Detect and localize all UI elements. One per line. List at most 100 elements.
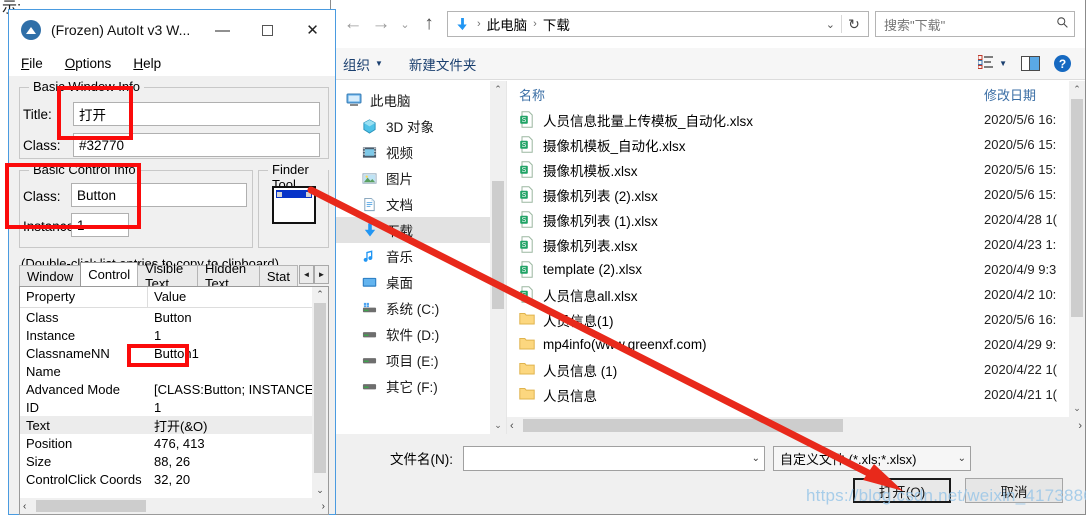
listview-hscroll-thumb[interactable] [36, 500, 146, 512]
listview-scroll-thumb[interactable] [314, 303, 326, 473]
file-list-vertical-scrollbar[interactable]: ⌃ ⌄ [1069, 81, 1085, 417]
folder-row[interactable]: 人员信息 (1) 2020/4/22 1( [507, 357, 1085, 382]
breadcrumb-downloads[interactable]: 下载 [543, 14, 570, 34]
tree-scrollbar[interactable]: ⌃ ⌄ [490, 81, 506, 434]
tab-control[interactable]: Control [80, 262, 139, 286]
tree-item-this-pc[interactable]: 此电脑 [331, 87, 506, 113]
folder-row[interactable]: 人员信息(1) 2020/5/6 16: [507, 307, 1085, 332]
property-row[interactable]: ControlClick Coords 32, 20 [20, 470, 328, 488]
file-list-horizontal-scrollbar[interactable]: ‹ › [507, 417, 1085, 434]
forward-button[interactable]: → [367, 10, 395, 38]
xlsx-file-icon: S [519, 236, 535, 253]
column-header-date[interactable]: 修改日期 [984, 85, 1036, 104]
menu-help[interactable]: Help [133, 56, 161, 71]
tab-window[interactable]: Window [19, 265, 82, 286]
breadcrumb-this-pc[interactable]: 此电脑 [487, 14, 528, 34]
class-field[interactable]: #32770 [73, 133, 320, 157]
address-dropdown-icon[interactable]: ⌄ [820, 18, 841, 31]
control-class-field[interactable]: Button [71, 183, 247, 207]
file-row[interactable]: S 摄像机列表 (2).xlsx 2020/5/6 15: [507, 182, 1085, 207]
finder-window-icon[interactable] [272, 186, 316, 224]
listview-scroll-left-icon[interactable]: ‹ [23, 501, 26, 512]
column-header-property[interactable]: Property [20, 287, 148, 307]
organize-button[interactable]: 组织 ▼ [343, 54, 383, 74]
file-scroll-up-icon[interactable]: ⌃ [1073, 84, 1081, 95]
file-scroll-left-icon[interactable]: ‹ [510, 420, 514, 432]
file-scroll-thumb[interactable] [1071, 99, 1083, 317]
file-scroll-down-icon[interactable]: ⌄ [1073, 403, 1081, 414]
file-row[interactable]: S 人员信息批量上传模板_自动化.xlsx 2020/5/6 16: [507, 107, 1085, 132]
tree-item-videos[interactable]: 视频 [331, 139, 506, 165]
tab-scroll-right-button[interactable]: ► [314, 264, 329, 284]
tree-item-downloads[interactable]: 下载 [331, 217, 506, 243]
property-row[interactable]: Class Button [20, 308, 328, 326]
file-row[interactable]: S 摄像机列表.xlsx 2020/4/23 1: [507, 232, 1085, 257]
file-name: 摄像机列表.xlsx [543, 238, 638, 254]
column-header-name[interactable]: 名称 [519, 85, 545, 104]
filename-input[interactable]: ⌄ [463, 445, 765, 471]
menu-options[interactable]: Options [65, 56, 112, 71]
tree-item-3d-objects[interactable]: 3D 对象 [331, 113, 506, 139]
listview-scroll-up-icon[interactable]: ⌃ [316, 289, 324, 300]
property-row[interactable]: ID 1 [20, 398, 328, 416]
folder-row[interactable]: mp4info(www.greenxf.com) 2020/4/29 9: [507, 332, 1085, 357]
view-options-button[interactable]: ▼ [977, 55, 1007, 72]
file-hscroll-thumb[interactable] [523, 419, 843, 432]
refresh-icon[interactable]: ↻ [842, 16, 866, 33]
file-row[interactable]: S 摄像机模板.xlsx 2020/5/6 15: [507, 157, 1085, 182]
listview-scroll-down-icon[interactable]: ⌄ [316, 485, 324, 496]
maximize-button[interactable] [245, 10, 290, 50]
file-scroll-right-icon[interactable]: › [1078, 420, 1082, 432]
recent-locations-button[interactable]: ⌄ [395, 10, 415, 38]
tree-scroll-down-icon[interactable]: ⌄ [494, 420, 502, 431]
column-header-value[interactable]: Value [148, 287, 186, 307]
tree-item-software-drive[interactable]: 软件 (D:) [331, 321, 506, 347]
listview-horizontal-scrollbar[interactable]: ‹ › [20, 498, 328, 514]
listview-vertical-scrollbar[interactable]: ⌃ ⌄ [312, 287, 328, 498]
minimize-button[interactable]: — [200, 10, 245, 50]
property-row[interactable]: Name [20, 362, 328, 380]
filename-chevron-down-icon[interactable]: ⌄ [752, 453, 760, 464]
file-type-select[interactable]: 自定义文件 (*.xls;*.xlsx) ⌄ [773, 445, 971, 471]
tree-item-system-drive[interactable]: 系统 (C:) [331, 295, 506, 321]
tree-item-desktop[interactable]: 桌面 [331, 269, 506, 295]
tree-item-documents[interactable]: 文档 [331, 191, 506, 217]
preview-pane-icon[interactable] [1021, 56, 1040, 71]
listview-scroll-right-icon[interactable]: › [322, 501, 325, 512]
folder-row[interactable]: 人员信息 2020/4/21 1( [507, 382, 1085, 407]
back-button[interactable]: ← [339, 10, 367, 38]
close-button[interactable]: ✕ [290, 10, 335, 50]
up-button[interactable]: ↑ [415, 10, 443, 38]
tree-item-project-drive[interactable]: 项目 (E:) [331, 347, 506, 373]
tab-statusbar[interactable]: Stat [258, 265, 298, 286]
tab-visible-text[interactable]: Visible Text [137, 261, 198, 291]
title-field[interactable]: 打开 [73, 102, 320, 126]
address-bar[interactable]: › 此电脑 › 下载 ⌄ ↻ [447, 11, 869, 37]
menu-file[interactable]: File [21, 56, 43, 71]
tab-hidden-text[interactable]: Hidden Text [196, 261, 260, 291]
tree-item-pictures[interactable]: 图片 [331, 165, 506, 191]
tree-scroll-up-icon[interactable]: ⌃ [494, 84, 502, 95]
tree-scroll-thumb[interactable] [492, 181, 504, 309]
property-row[interactable]: Position 476, 413 [20, 434, 328, 452]
search-input[interactable]: 搜索"下载" [875, 11, 1075, 37]
file-row[interactable]: S template (2).xlsx 2020/4/9 9:3 [507, 257, 1085, 282]
file-row[interactable]: S 摄像机列表 (1).xlsx 2020/4/28 1( [507, 207, 1085, 232]
property-row[interactable]: Instance 1 [20, 326, 328, 344]
file-name-cell: 人员信息(1) [519, 310, 614, 330]
new-folder-button[interactable]: 新建文件夹 [409, 54, 477, 74]
property-row[interactable]: Size 88, 26 [20, 452, 328, 470]
help-icon[interactable]: ? [1054, 55, 1071, 72]
file-row[interactable]: S 摄像机模板_自动化.xlsx 2020/5/6 15: [507, 132, 1085, 157]
property-row[interactable]: Advanced Mode [CLASS:Button; INSTANCE:1] [20, 380, 328, 398]
property-value: 88, 26 [154, 453, 191, 469]
file-type-chevron-down-icon[interactable]: ⌄ [958, 453, 966, 464]
tree-item-other-drive[interactable]: 其它 (F:) [331, 373, 506, 399]
control-instance-field[interactable]: 1 [71, 213, 129, 237]
tree-item-music[interactable]: 音乐 [331, 243, 506, 269]
file-row[interactable]: S 人员信息all.xlsx 2020/4/2 10: [507, 282, 1085, 307]
tab-scroll-left-button[interactable]: ◄ [299, 264, 314, 284]
property-row[interactable]: Text 打开(&O) [20, 416, 328, 434]
navigation-tree: 此电脑 3D 对象 视频 图片 文档 下载 音乐 桌面 系统 (C:) 软件 (… [331, 81, 507, 434]
property-row[interactable]: ClassnameNN Button1 [20, 344, 328, 362]
